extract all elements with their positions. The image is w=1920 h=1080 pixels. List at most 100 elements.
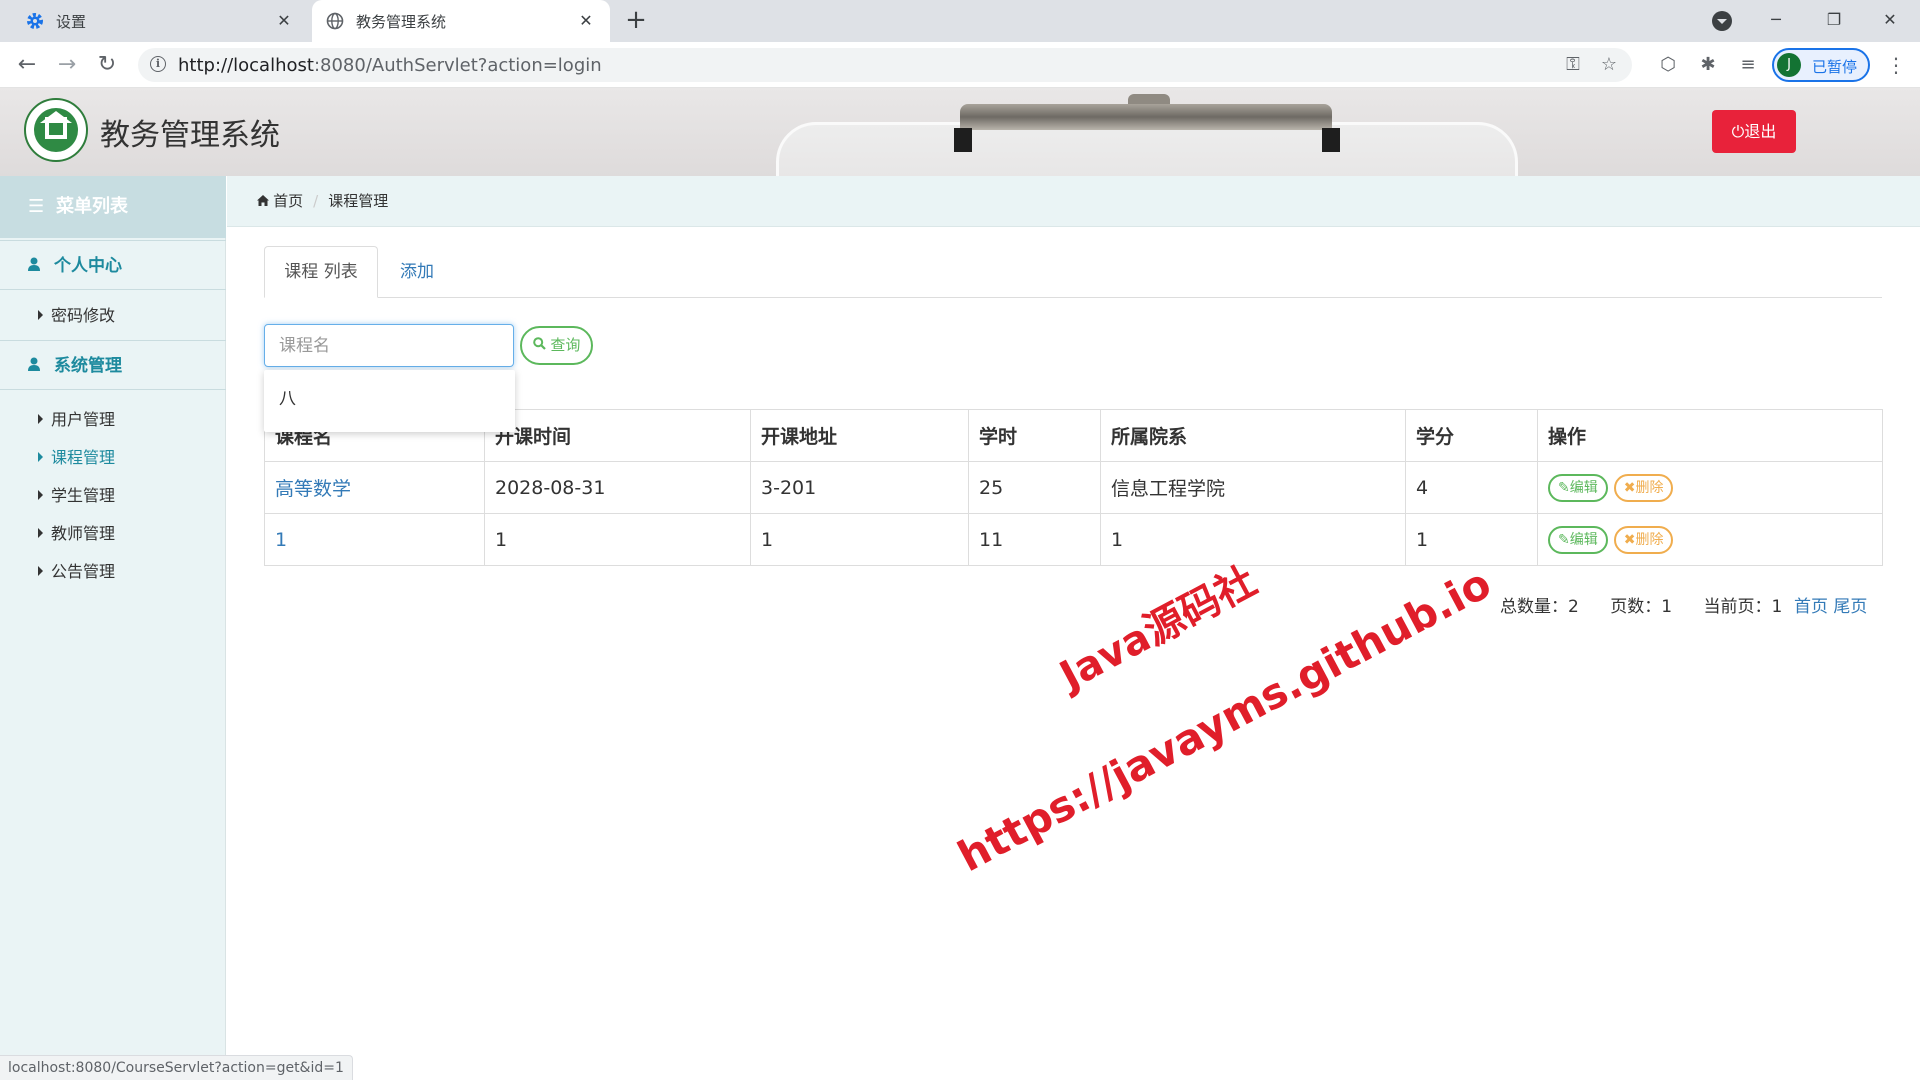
sidebar-item-announcements[interactable]: 公告管理	[38, 558, 115, 582]
browser-status-url: localhost:8080/CourseServlet?action=get&…	[0, 1055, 353, 1080]
caret-right-icon	[38, 310, 43, 320]
sidebar-section-system[interactable]: 系统管理	[0, 340, 226, 390]
browser-toolbar: ← → ↻ i http://localhost:8080/AuthServle…	[0, 42, 1920, 88]
sidebar-item-label: 课程管理	[51, 448, 116, 467]
sidebar-item-label: 用户管理	[51, 410, 116, 429]
pencil-icon: ✎	[1558, 479, 1570, 496]
pagination-info: 总数量：2 页数：1 当前页：1	[1500, 592, 1782, 617]
user-icon	[28, 341, 42, 391]
column-header: 学分	[1405, 409, 1538, 462]
url-text[interactable]: http://localhost:8080/AuthServlet?action…	[178, 55, 602, 76]
sidebar: ☰ 菜单列表 个人中心 密码修改 系统管理 用户管理 课程管理 学生管理 教师管理…	[0, 176, 226, 1080]
column-header: 学时	[968, 409, 1101, 462]
close-icon: ✖	[1623, 479, 1636, 496]
bookmark-star-icon[interactable]: ☆	[1598, 54, 1620, 76]
profile-status-label: 已暂停	[1812, 58, 1858, 76]
course-name-search-input[interactable]	[264, 324, 514, 367]
table-cell: 25	[968, 461, 1101, 514]
url-host: http://localhost	[178, 55, 314, 76]
sidebar-item-label: 学生管理	[51, 486, 116, 505]
edit-button[interactable]: ✎编辑	[1548, 473, 1608, 502]
forward-icon[interactable]: →	[52, 50, 82, 80]
course-table: 课程名 开课时间 开课地址 学时 所属院系 学分 操作 高等数学 2028-08…	[264, 409, 1883, 566]
extensions-puzzle-icon[interactable]: ✱	[1696, 54, 1720, 76]
sidebar-item-label: 公告管理	[51, 562, 116, 581]
breadcrumb-home-link[interactable]: 首页	[273, 192, 303, 210]
edit-button[interactable]: ✎编辑	[1548, 525, 1608, 554]
last-page-link[interactable]: 尾页	[1833, 597, 1867, 617]
tabs-divider	[264, 297, 1882, 298]
tab-add-course[interactable]: 添加	[400, 246, 434, 298]
search-icon	[532, 336, 551, 354]
reload-icon[interactable]: ↻	[92, 50, 122, 80]
close-tab-icon[interactable]: ✕	[274, 11, 294, 31]
sidebar-item-password[interactable]: 密码修改	[38, 302, 115, 326]
pencil-icon: ✎	[1558, 531, 1570, 548]
breadcrumb-separator: /	[313, 192, 319, 210]
header-decoration-clipboard	[776, 122, 1518, 176]
table-cell: 3-201	[750, 461, 969, 514]
current-page-label: 当前页：	[1703, 597, 1772, 617]
pages-count: 1	[1661, 597, 1673, 617]
actions-cell: ✎编辑 ✖删除	[1537, 461, 1883, 514]
restore-icon[interactable]: ❐	[1820, 8, 1848, 32]
sidebar-item-teachers[interactable]: 教师管理	[38, 520, 115, 544]
search-button[interactable]: 查询	[520, 326, 593, 365]
browser-tab-title: 教务管理系统	[356, 12, 447, 31]
home-icon	[257, 195, 273, 210]
sidebar-item-students[interactable]: 学生管理	[38, 482, 115, 506]
sidebar-header-label: 菜单列表	[56, 196, 128, 217]
address-bar[interactable]: i http://localhost:8080/AuthServlet?acti…	[138, 48, 1632, 82]
delete-label: 删除	[1635, 531, 1664, 548]
table-row: 1 1 1 11 1 1 ✎编辑 ✖删除	[264, 513, 1883, 566]
browser-tab-app[interactable]: 教务管理系统 ✕	[312, 0, 610, 42]
sidebar-item-courses[interactable]: 课程管理	[38, 444, 115, 468]
globe-icon	[326, 12, 344, 30]
table-cell: 1	[750, 513, 969, 566]
app-title: 教务管理系统	[100, 118, 280, 153]
key-icon[interactable]: ⚿	[1562, 54, 1584, 76]
profile-button[interactable]: J 已暂停	[1772, 48, 1870, 82]
list-icon: ☰	[28, 196, 45, 217]
delete-button[interactable]: ✖删除	[1613, 473, 1674, 502]
sidebar-item-label: 教师管理	[51, 524, 116, 543]
delete-button[interactable]: ✖删除	[1613, 525, 1674, 554]
power-icon: ⏻	[1731, 122, 1745, 141]
pages-label: 页数：	[1610, 597, 1662, 617]
sidebar-header: ☰ 菜单列表	[0, 176, 226, 238]
browser-tab-settings[interactable]: 设置 ✕	[8, 0, 308, 42]
window-close-icon[interactable]: ✕	[1876, 8, 1904, 32]
app-header: 教务管理系统 ⏻退出	[0, 88, 1920, 176]
sidebar-section-label: 个人中心	[54, 256, 122, 276]
back-icon[interactable]: ←	[12, 50, 42, 80]
extension-shield-icon[interactable]: ⬡	[1656, 54, 1680, 76]
user-icon	[28, 241, 42, 291]
table-cell: 2028-08-31	[484, 461, 751, 514]
tab-search-icon[interactable]	[1712, 11, 1732, 31]
sidebar-item-users[interactable]: 用户管理	[38, 406, 115, 430]
table-cell: 4	[1405, 461, 1538, 514]
table-cell: 11	[968, 513, 1101, 566]
course-name-link[interactable]: 高等数学	[264, 461, 485, 514]
minimize-icon[interactable]: ─	[1762, 8, 1790, 32]
table-cell: 1	[484, 513, 751, 566]
column-header: 开课地址	[750, 409, 969, 462]
new-tab-button[interactable]: +	[622, 7, 650, 33]
table-cell: 1	[1405, 513, 1538, 566]
table-cell: 1	[1100, 513, 1406, 566]
tab-course-list[interactable]: 课程 列表	[264, 246, 378, 298]
close-tab-icon[interactable]: ✕	[576, 11, 596, 31]
autocomplete-suggestion[interactable]: 八	[264, 370, 515, 432]
first-page-link[interactable]: 首页	[1794, 597, 1828, 617]
caret-right-icon	[38, 452, 43, 462]
sidebar-section-personal[interactable]: 个人中心	[0, 240, 226, 290]
sidebar-item-label: 密码修改	[51, 306, 116, 325]
browser-menu-icon[interactable]: ⋮	[1886, 52, 1906, 78]
course-name-link[interactable]: 1	[264, 513, 485, 566]
actions-cell: ✎编辑 ✖删除	[1537, 513, 1883, 566]
reading-list-icon[interactable]: ≡	[1736, 54, 1760, 76]
url-path: :8080/AuthServlet?action=login	[313, 55, 602, 76]
browser-tab-strip: 设置 ✕ 教务管理系统 ✕ + ─ ❐ ✕	[0, 0, 1920, 42]
logout-button[interactable]: ⏻退出	[1712, 110, 1796, 153]
site-info-icon[interactable]: i	[150, 56, 166, 72]
